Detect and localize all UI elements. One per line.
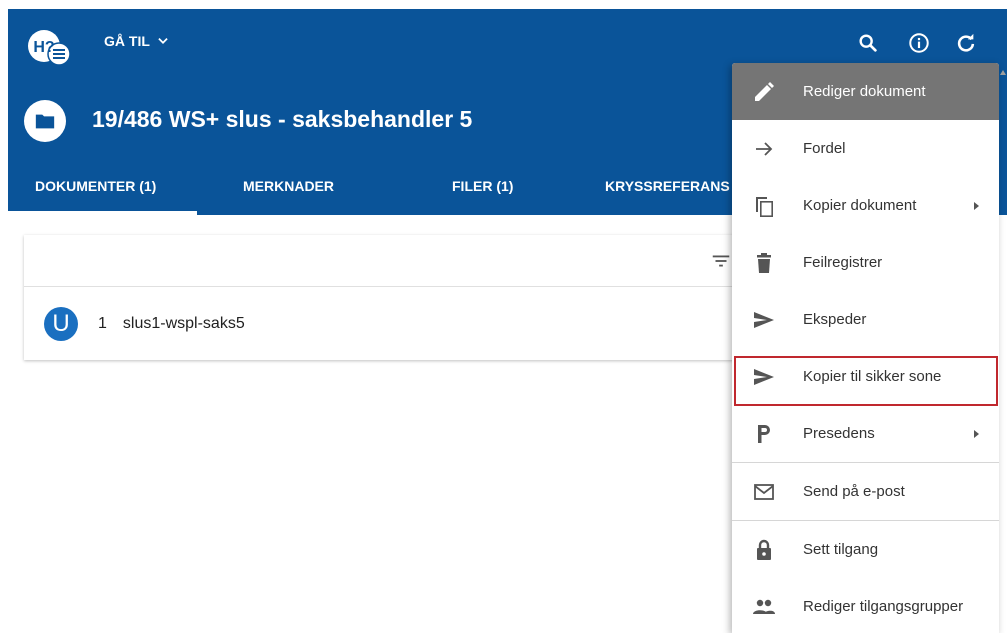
info-button[interactable] <box>906 30 932 56</box>
arrow-right-icon <box>756 141 773 156</box>
menu-item-label: Sett tilgang <box>803 541 879 558</box>
avatar: U <box>44 307 78 341</box>
search-icon <box>859 34 877 52</box>
tab-merknader[interactable]: MERKNADER <box>243 178 334 194</box>
document-number: 1 <box>98 315 107 332</box>
menu-item-rediger-dokument[interactable]: Rediger dokument <box>732 63 999 120</box>
chevron-down-icon <box>158 38 168 44</box>
people-icon <box>753 599 775 614</box>
list-toolbar <box>24 235 736 287</box>
menu-item-label: Presedens <box>803 425 875 442</box>
send-icon <box>754 311 774 328</box>
menu-item-label: Rediger tilgangsgrupper <box>803 598 964 615</box>
menu-item-ekspeder[interactable]: Ekspeder <box>732 291 999 348</box>
app-logo[interactable]: H? <box>26 28 74 68</box>
menu-item-rediger-tilgangsgrupper[interactable]: Rediger tilgangsgrupper <box>732 578 999 633</box>
menu-item-fordel[interactable]: Fordel <box>732 120 999 177</box>
submenu-arrow-icon <box>974 201 979 210</box>
menu-item-kopier-til-sikker-sone[interactable]: Kopier til sikker sone <box>732 348 999 405</box>
menu-item-presedens[interactable]: Presedens <box>732 405 999 462</box>
tab-dokumenter[interactable]: DOKUMENTER (1) <box>35 178 156 194</box>
menu-item-feilregistrer[interactable]: Feilregistrer <box>732 234 999 291</box>
letter-p-icon <box>758 424 770 443</box>
lock-icon <box>757 539 771 560</box>
menu-item-sett-tilgang[interactable]: Sett tilgang <box>732 521 999 578</box>
case-folder-badge <box>24 100 66 142</box>
menu-item-label: Kopier til sikker sone <box>803 368 942 385</box>
document-list-panel: U 1 slus1-wspl-saks5 <box>24 235 736 360</box>
info-icon <box>909 33 929 53</box>
folder-icon <box>35 114 55 129</box>
list-item[interactable]: U 1 slus1-wspl-saks5 <box>24 288 736 360</box>
menu-item-label: Feilregistrer <box>803 254 883 271</box>
menu-item-send-pa-epost[interactable]: Send på e-post <box>732 463 999 520</box>
trash-icon <box>757 252 771 273</box>
logo-text: H? <box>33 39 54 56</box>
submenu-arrow-icon <box>974 429 979 438</box>
context-menu: Rediger dokument Fordel Kopier dokument … <box>732 63 999 633</box>
page-title: 19/486 WS+ slus - saksbehandler 5 <box>92 106 473 132</box>
menu-item-label: Rediger dokument <box>803 83 926 100</box>
menu-item-label: Ekspeder <box>803 311 867 328</box>
menu-item-label: Fordel <box>803 140 846 157</box>
menu-item-kopier-dokument[interactable]: Kopier dokument <box>732 177 999 234</box>
menu-item-label: Send på e-post <box>803 483 905 500</box>
mail-icon <box>754 483 774 500</box>
document-title: slus1-wspl-saks5 <box>122 315 245 332</box>
search-button[interactable] <box>855 30 881 56</box>
scroll-up-arrow-icon[interactable] <box>1000 68 1006 78</box>
copy-icon <box>756 196 773 217</box>
active-tab-indicator <box>8 211 197 215</box>
pencil-icon <box>755 81 774 101</box>
send-icon <box>754 368 774 385</box>
goto-label: GÅ TIL <box>104 33 150 49</box>
tab-filer[interactable]: FILER (1) <box>452 178 513 194</box>
filter-icon[interactable] <box>710 250 732 272</box>
goto-menu-button[interactable]: GÅ TIL <box>104 33 170 49</box>
tab-kryssreferanser[interactable]: KRYSSREFERANS <box>605 178 730 194</box>
menu-item-label: Kopier dokument <box>803 197 917 214</box>
refresh-icon <box>957 33 975 52</box>
refresh-button[interactable] <box>953 30 979 56</box>
